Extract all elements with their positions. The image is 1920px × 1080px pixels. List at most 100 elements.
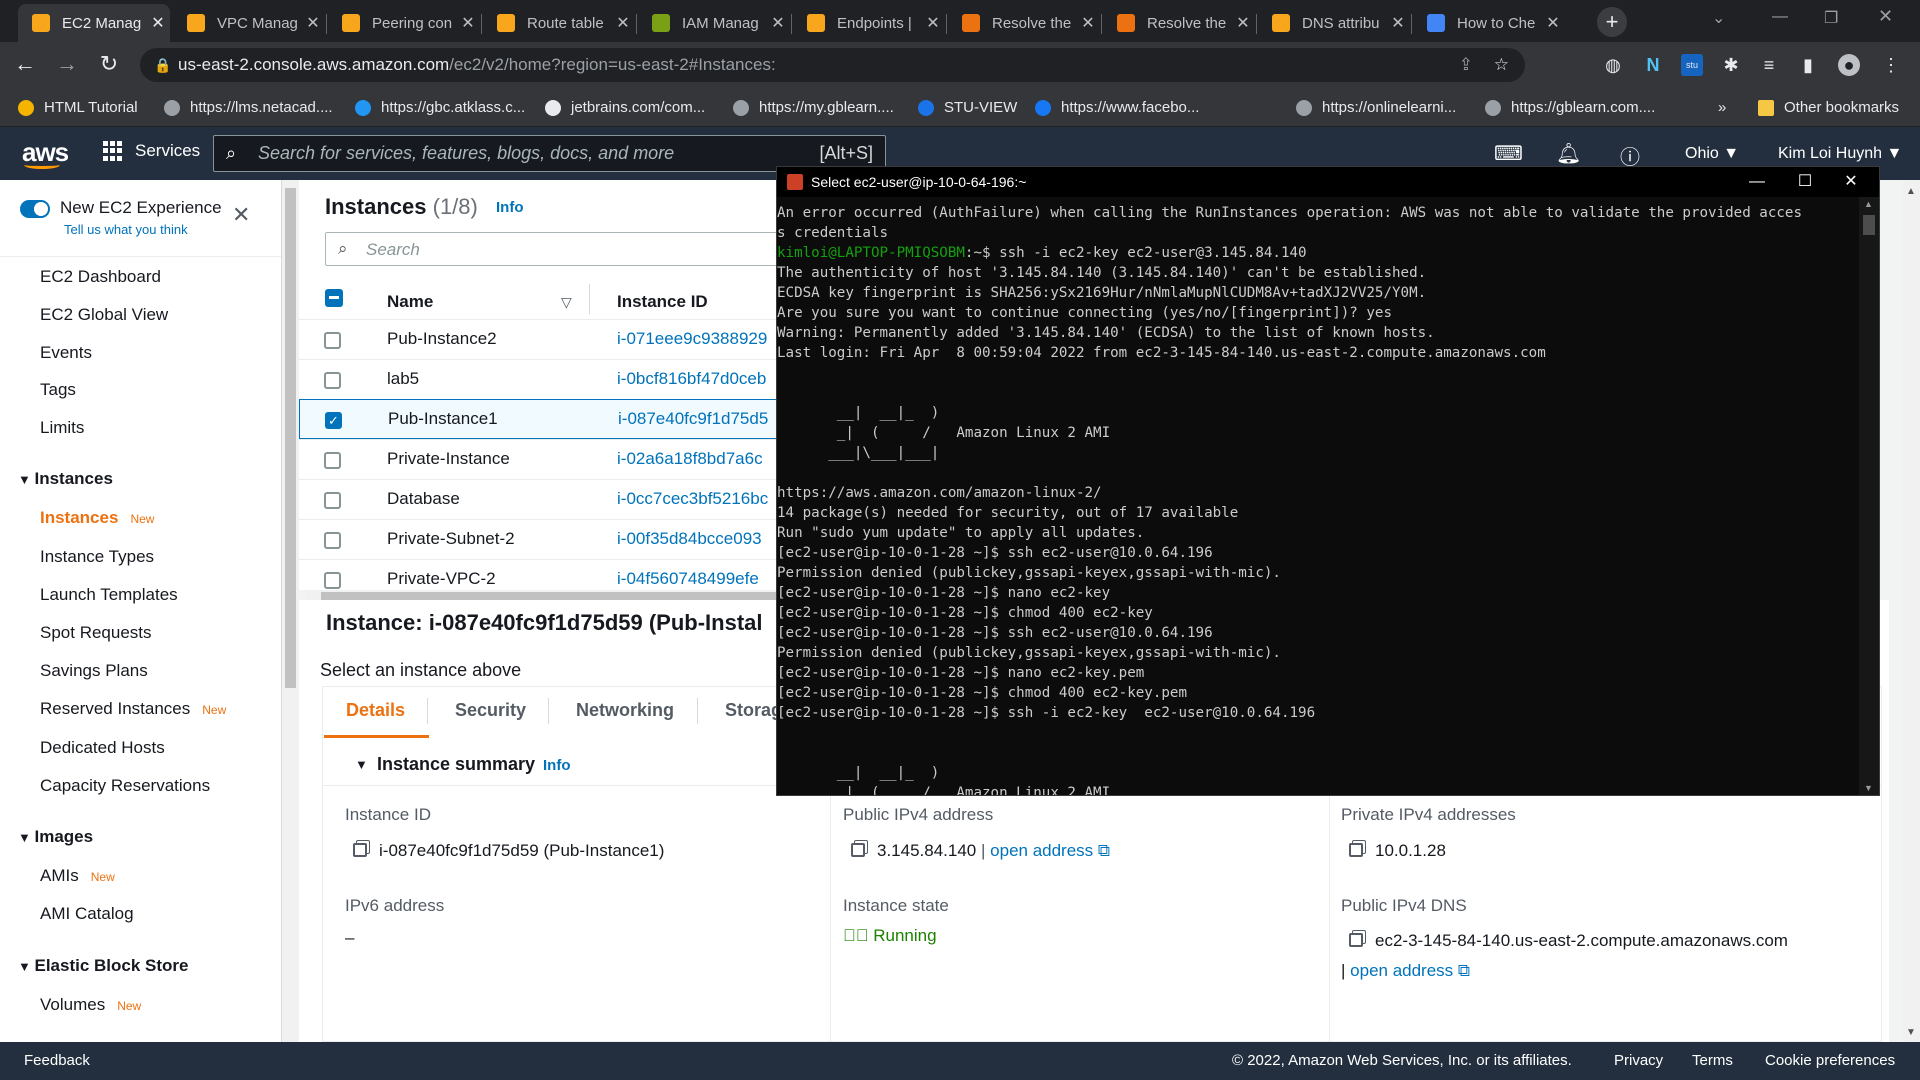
select-all-checkbox[interactable]	[325, 289, 343, 307]
tab-close-icon[interactable]: ✕	[1541, 13, 1565, 33]
extensions-puzzle-icon[interactable]: ✱	[1720, 54, 1742, 76]
sidebar-item[interactable]: Spot Requests	[40, 623, 152, 643]
sidebar-item[interactable]: Launch Templates	[40, 585, 178, 605]
tab-close-icon[interactable]: ✕	[766, 13, 790, 33]
terminal-titlebar[interactable]: Select ec2-user@ip-10-0-64-196:~ — ☐ ✕	[777, 167, 1879, 197]
sidebar-item[interactable]: EC2 Global View	[40, 305, 168, 325]
browser-tab[interactable]: DNS attribu ✕	[1258, 4, 1410, 42]
forward-icon[interactable]: →	[52, 51, 82, 77]
terms-link[interactable]: Terms	[1692, 1042, 1733, 1080]
region-selector[interactable]: Ohio ▼	[1685, 145, 1739, 163]
sidebar-item[interactable]: Capacity Reservations	[40, 776, 210, 796]
sidebar-item[interactable]: EC2 Dashboard	[40, 267, 161, 287]
extension-stu-icon[interactable]: stu	[1681, 54, 1703, 76]
profile-avatar-icon[interactable]: ●	[1838, 54, 1860, 76]
browser-tab[interactable]: Resolve the ✕	[948, 4, 1100, 42]
bookmark-item[interactable]: https://www.facebo...	[1035, 89, 1199, 127]
tab-close-icon[interactable]: ✕	[1076, 13, 1100, 33]
sidebar-item[interactable]: AMIs New	[40, 866, 115, 886]
tab-close-icon[interactable]: ✕	[1231, 13, 1255, 33]
open-address-link[interactable]: open address	[1350, 961, 1453, 980]
info-link[interactable]: Info	[496, 199, 524, 216]
sidebar-item[interactable]: Volumes New	[40, 995, 141, 1015]
cloudshell-icon[interactable]: ⌨	[1494, 141, 1523, 166]
copy-icon[interactable]	[1349, 843, 1363, 857]
bookmark-item[interactable]: STU-VIEW	[918, 89, 1017, 127]
sidebar-item[interactable]: Limits	[40, 418, 84, 438]
copy-icon[interactable]	[851, 843, 865, 857]
sidebar-item[interactable]: Instances New	[40, 508, 154, 528]
tab-details[interactable]: Details	[346, 700, 405, 721]
row-checkbox[interactable]	[324, 532, 341, 549]
sidebar-item[interactable]: Tags	[40, 380, 76, 400]
browser-tab[interactable]: Endpoints | ✕	[793, 4, 945, 42]
collapse-caret-icon[interactable]: ▼	[355, 757, 368, 772]
browser-tab[interactable]: EC2 Manag ✕	[18, 4, 170, 42]
row-checkbox[interactable]	[324, 492, 341, 509]
tab-close-icon[interactable]: ✕	[456, 13, 480, 33]
reload-icon[interactable]: ↻	[94, 51, 124, 77]
tab-close-icon[interactable]: ✕	[301, 13, 325, 33]
sidebar-item[interactable]: Reserved Instances New	[40, 699, 226, 719]
external-link-icon[interactable]: ⧉	[1098, 841, 1110, 860]
sidebar-section-ebs[interactable]: ▼ Elastic Block Store	[18, 956, 189, 976]
cookie-preferences-link[interactable]: Cookie preferences	[1765, 1042, 1895, 1080]
copy-icon[interactable]	[1349, 933, 1363, 947]
aws-logo[interactable]: aws	[22, 137, 69, 169]
browser-tab[interactable]: Resolve the ✕	[1103, 4, 1255, 42]
open-address-link[interactable]: open address	[990, 841, 1093, 860]
media-control-icon[interactable]: ≡	[1758, 54, 1780, 76]
browser-tab[interactable]: How to Che ✕	[1413, 4, 1565, 42]
account-menu[interactable]: Kim Loi Huynh ▼	[1778, 145, 1902, 163]
sidebar-item[interactable]: AMI Catalog	[40, 904, 134, 924]
sidebar-item[interactable]: Dedicated Hosts	[40, 738, 165, 758]
bookmark-item[interactable]: HTML Tutorial	[18, 89, 138, 127]
tab-search-icon[interactable]: ⌄	[1712, 8, 1725, 28]
restore-window-icon[interactable]: ❐	[1824, 8, 1838, 28]
tab-close-icon[interactable]: ✕	[611, 13, 635, 33]
browser-tab[interactable]: Route table ✕	[483, 4, 635, 42]
new-tab-button[interactable]: +	[1597, 7, 1627, 37]
tab-storag[interactable]: Storag	[725, 700, 782, 721]
external-link-icon[interactable]: ⧉	[1458, 961, 1470, 980]
bookmark-item[interactable]: jetbrains.com/com...	[545, 89, 705, 127]
sidebar-section-instances[interactable]: ▼ Instances	[18, 469, 113, 489]
summary-heading[interactable]: Instance summary	[377, 754, 535, 775]
bookmark-item[interactable]: https://my.gblearn....	[733, 89, 894, 127]
privacy-link[interactable]: Privacy	[1614, 1042, 1663, 1080]
sidebar-scrollbar[interactable]	[282, 180, 299, 1042]
tab-networking[interactable]: Networking	[576, 700, 674, 721]
row-checkbox[interactable]	[324, 572, 341, 589]
row-checkbox[interactable]	[324, 372, 341, 389]
copy-icon[interactable]	[353, 843, 367, 857]
bookmark-item[interactable]: https://onlinelearni...	[1296, 89, 1456, 127]
sidebar-item[interactable]: Instance Types	[40, 547, 154, 567]
bookmark-item[interactable]: https://gbc.atklass.c...	[355, 89, 525, 127]
sidebar-item[interactable]: Events	[40, 343, 92, 363]
back-icon[interactable]: ←	[10, 51, 40, 77]
terminal-window[interactable]: Select ec2-user@ip-10-0-64-196:~ — ☐ ✕ A…	[776, 166, 1880, 796]
terminal-output[interactable]: An error occurred (AuthFailure) when cal…	[777, 203, 1859, 795]
browser-tab[interactable]: IAM Manag ✕	[638, 4, 790, 42]
row-checkbox[interactable]	[324, 452, 341, 469]
browser-menu-icon[interactable]: ⋮	[1880, 54, 1902, 76]
notifications-bell-icon[interactable]: 🔔︎	[1556, 141, 1581, 166]
sidebar-section-images[interactable]: ▼ Images	[18, 827, 93, 847]
column-header-instance-id[interactable]: Instance ID	[617, 292, 708, 312]
tab-close-icon[interactable]: ✕	[1386, 13, 1410, 33]
sidebar-item[interactable]: Savings Plans	[40, 661, 148, 681]
tab-security[interactable]: Security	[455, 700, 526, 721]
bookmark-star-icon[interactable]: ☆	[1494, 48, 1509, 82]
bookmark-item[interactable]: https://gblearn.com....	[1485, 89, 1655, 127]
column-header-name[interactable]: Name	[387, 292, 433, 312]
other-bookmarks[interactable]: Other bookmarks	[1758, 89, 1899, 127]
feedback-button[interactable]: Feedback	[24, 1042, 90, 1080]
extension-n-icon[interactable]: N	[1642, 54, 1664, 76]
minimize-window-icon[interactable]: —	[1772, 8, 1788, 26]
summary-info-link[interactable]: Info	[543, 757, 571, 774]
browser-tab[interactable]: VPC Manag ✕	[173, 4, 325, 42]
bookmark-item[interactable]: https://lms.netacad....	[164, 89, 333, 127]
tab-close-icon[interactable]: ✕	[921, 13, 945, 33]
sort-caret-icon[interactable]: ▽	[561, 294, 572, 311]
terminal-close-icon[interactable]: ✕	[1823, 167, 1879, 197]
